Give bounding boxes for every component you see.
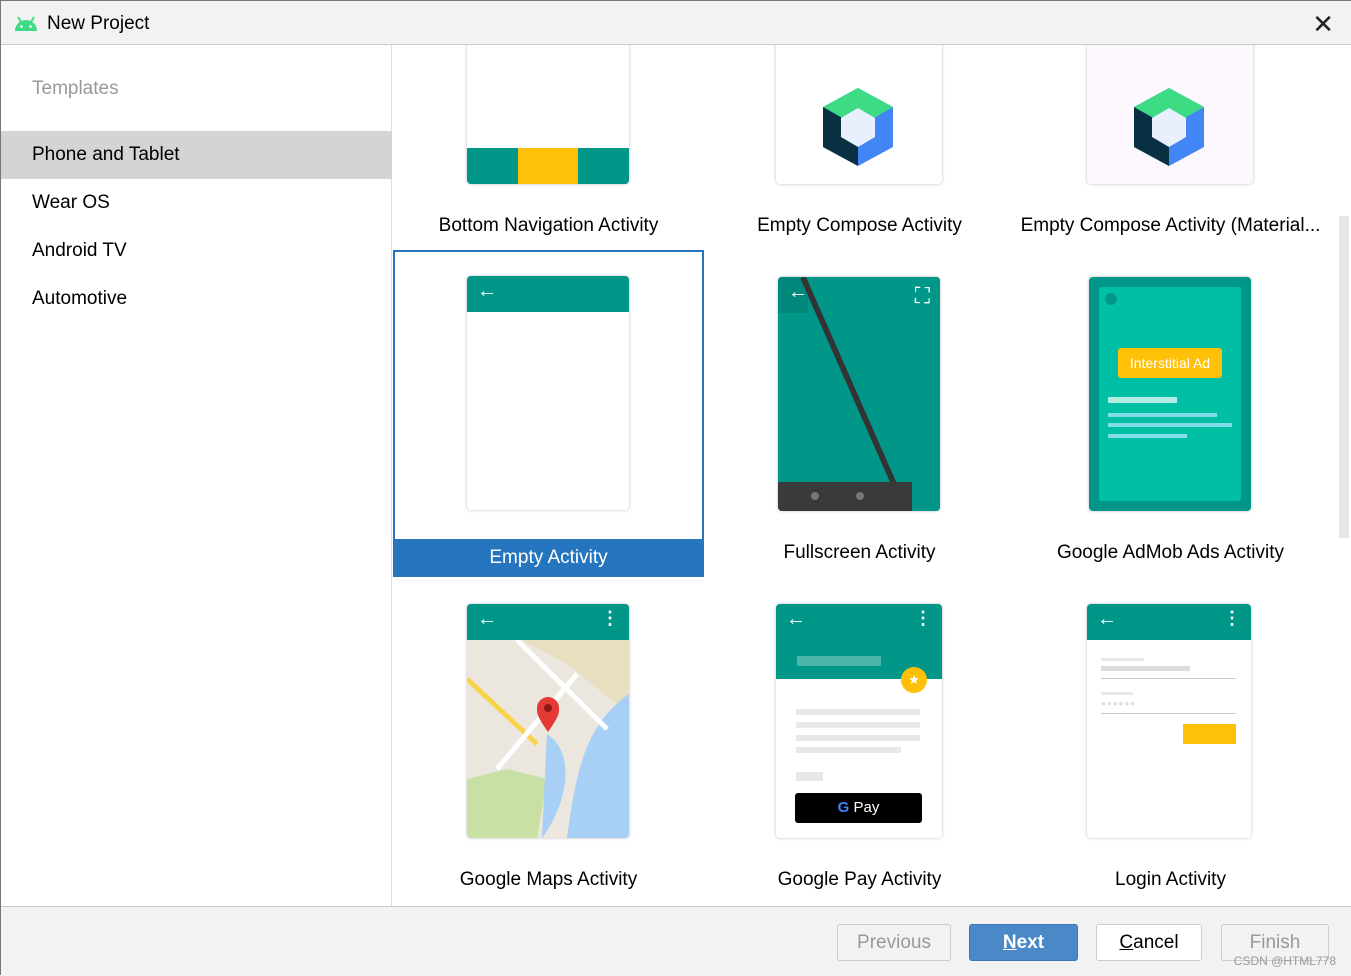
back-arrow-icon: ← bbox=[477, 280, 497, 302]
next-button[interactable]: Next bbox=[969, 924, 1078, 961]
sidebar-item-automotive[interactable]: Automotive bbox=[1, 275, 392, 323]
sidebar-item-wear-os[interactable]: Wear OS bbox=[1, 179, 392, 227]
back-arrow-icon: ← bbox=[786, 608, 806, 630]
template-empty-compose[interactable]: Empty Compose Activity bbox=[704, 45, 1015, 251]
preview: Interstitial Ad bbox=[1089, 277, 1251, 511]
scrollbar[interactable] bbox=[1337, 45, 1351, 906]
template-label: Google Maps Activity bbox=[459, 869, 638, 890]
sidebar: Templates Phone and Tablet Wear OS Andro… bbox=[1, 45, 392, 906]
star-icon: ★ bbox=[901, 667, 927, 693]
close-icon[interactable]: ✕ bbox=[1312, 9, 1334, 40]
template-label: Fullscreen Activity bbox=[783, 542, 936, 563]
template-label: Google Pay Activity bbox=[777, 869, 942, 890]
template-google-pay[interactable]: ← ⋮ ★ G Pay Google Pay Activity bbox=[704, 578, 1015, 905]
template-label: Google AdMob Ads Activity bbox=[1056, 542, 1285, 563]
title-bar: New Project ✕ bbox=[1, 1, 1351, 45]
sidebar-item-android-tv[interactable]: Android TV bbox=[1, 227, 392, 275]
template-login[interactable]: ← ⋮ ●●●●●● Login Activity bbox=[1015, 578, 1326, 905]
back-arrow-icon: ← bbox=[1097, 608, 1117, 630]
preview bbox=[467, 45, 629, 184]
template-label: Empty Activity bbox=[393, 539, 704, 577]
android-icon bbox=[15, 16, 37, 31]
preview: ← ⋮ ●●●●●● bbox=[1087, 604, 1251, 838]
window-title: New Project bbox=[47, 13, 150, 34]
template-label: Bottom Navigation Activity bbox=[438, 215, 659, 236]
template-google-maps[interactable]: ← ⋮ Google Maps Activity bbox=[393, 578, 704, 905]
back-arrow-icon: ← bbox=[788, 281, 808, 303]
template-label: Empty Compose Activity bbox=[757, 215, 962, 236]
template-label: Login Activity bbox=[1115, 869, 1226, 890]
sidebar-item-phone-tablet[interactable]: Phone and Tablet bbox=[1, 131, 392, 179]
preview: ← ⋮ bbox=[467, 604, 629, 838]
template-fullscreen[interactable]: ← ⛶ Fullscreen Activity bbox=[704, 251, 1015, 578]
watermark: CSDN @HTML778 bbox=[1233, 954, 1336, 968]
more-icon: ⋮ bbox=[601, 608, 619, 628]
preview: ← bbox=[467, 276, 629, 510]
template-admob[interactable]: Interstitial Ad Google AdMob Ads Activit… bbox=[1015, 251, 1326, 578]
sidebar-header: Templates bbox=[32, 78, 119, 99]
compose-logo-icon bbox=[823, 88, 893, 166]
more-icon: ⋮ bbox=[1223, 608, 1241, 628]
compose-logo-icon bbox=[1134, 88, 1204, 166]
preview: ← ⋮ ★ G Pay bbox=[776, 604, 942, 838]
more-icon: ⋮ bbox=[914, 608, 932, 628]
template-bottom-navigation[interactable]: Bottom Navigation Activity bbox=[393, 45, 704, 251]
cancel-button[interactable]: Cancel bbox=[1096, 924, 1202, 961]
scrollbar-thumb[interactable] bbox=[1339, 216, 1349, 538]
template-empty-activity[interactable]: ← Empty Activity bbox=[393, 250, 704, 577]
previous-button[interactable]: Previous bbox=[837, 924, 951, 961]
template-grid: Bottom Navigation Activity Empty Compose… bbox=[393, 45, 1337, 906]
interstitial-ad-badge: Interstitial Ad bbox=[1118, 348, 1222, 378]
template-empty-compose-material[interactable]: Empty Compose Activity (Material... bbox=[1015, 45, 1326, 251]
preview bbox=[1087, 45, 1253, 184]
template-label: Empty Compose Activity (Material... bbox=[1020, 215, 1321, 236]
preview: ← ⛶ bbox=[778, 277, 940, 511]
preview bbox=[776, 45, 942, 184]
back-arrow-icon: ← bbox=[477, 608, 497, 630]
footer: Previous Next Cancel Finish CSDN @HTML77… bbox=[1, 906, 1351, 976]
google-pay-button: G Pay bbox=[795, 793, 922, 823]
fullscreen-icon: ⛶ bbox=[914, 283, 930, 308]
